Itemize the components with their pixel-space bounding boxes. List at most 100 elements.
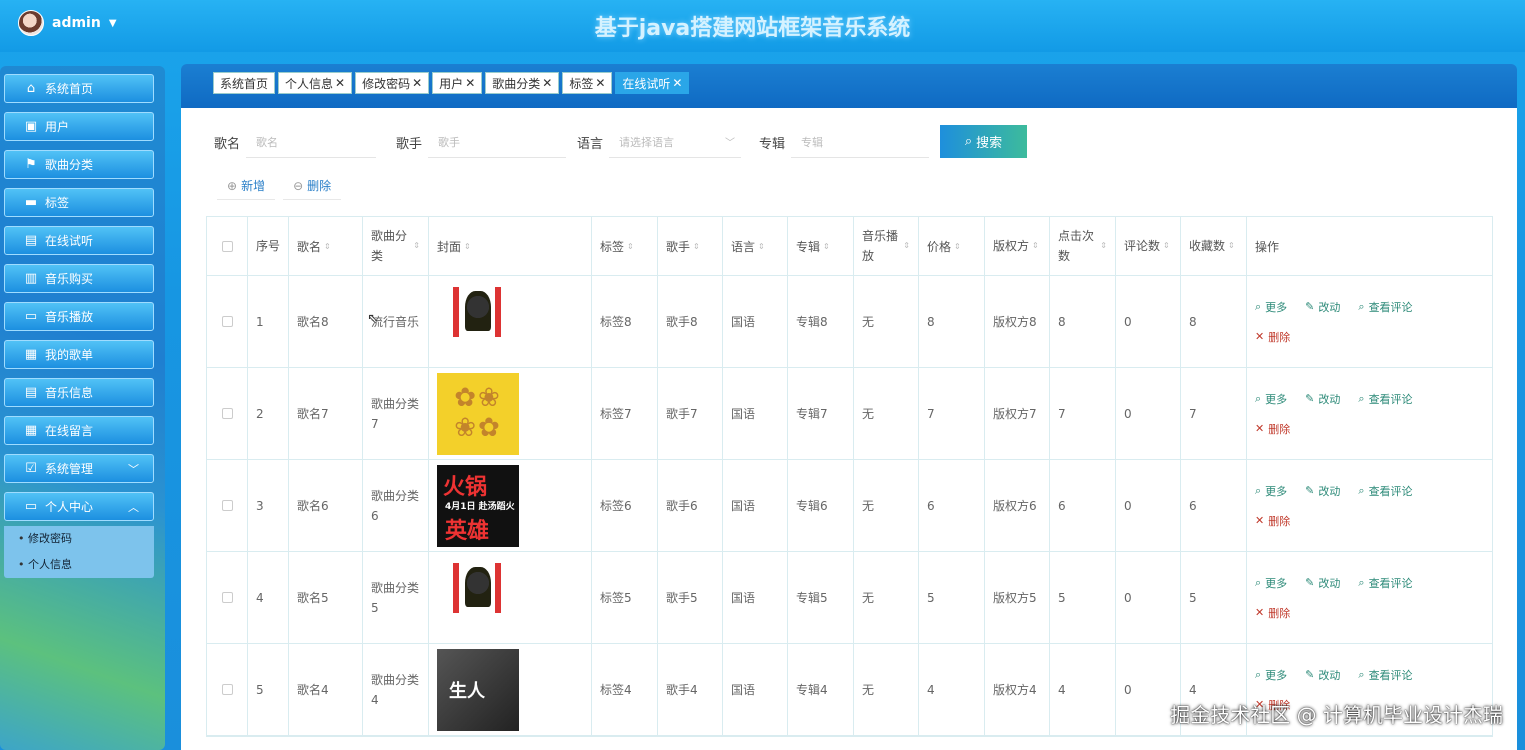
table-row[interactable]: 3 歌名6 歌曲分类6 火锅 4月1日 赴汤蹈火 英雄 标签6 歌手6 国语 专辑6 无 6 版权方6 6…: [207, 460, 1492, 552]
header-cell[interactable]: 价格 ⇕: [919, 217, 985, 275]
header-label: 歌名: [297, 239, 322, 254]
song-name-input[interactable]: 歌名: [246, 126, 377, 158]
album-cover-image[interactable]: [437, 280, 519, 363]
header-cell[interactable]: 歌曲分类 ⇕: [363, 217, 429, 275]
tab-personal-info[interactable]: 个人信息 ✕: [278, 72, 353, 94]
header-cell[interactable]: 歌手 ⇕: [658, 217, 723, 275]
album-cover-image[interactable]: [437, 556, 519, 639]
view-comments-button[interactable]: ⌕ 查看评论: [1358, 391, 1412, 407]
search-button[interactable]: ⌕ 搜索: [940, 125, 1027, 158]
header-cell[interactable]: 版权方 ⇕: [985, 217, 1050, 275]
view-comments-button[interactable]: ⌕ 查看评论: [1358, 299, 1412, 315]
header-cell[interactable]: 标签 ⇕: [592, 217, 658, 275]
album-cover-image[interactable]: 火锅 4月1日 赴汤蹈火 英雄: [437, 464, 519, 547]
more-button[interactable]: ⌕ 更多: [1255, 575, 1287, 591]
close-icon[interactable]: ✕: [672, 76, 682, 90]
submenu-item-change-password[interactable]: 修改密码: [4, 526, 154, 552]
table-row[interactable]: 4 歌名5 歌曲分类5 标签5 歌手5 国语 专辑5 无 5 版权方5 5 0 5 ⌕ 更多 ✎ 改动 ⌕ 查…: [207, 552, 1492, 644]
more-button[interactable]: ⌕ 更多: [1255, 667, 1287, 683]
album-input[interactable]: 专辑: [791, 126, 930, 158]
header-cell[interactable]: 歌名 ⇕: [289, 217, 363, 275]
row-checkbox[interactable]: [221, 408, 233, 419]
tab-users[interactable]: 用户 ✕: [432, 72, 483, 94]
view-comments-button[interactable]: ⌕ 查看评论: [1358, 667, 1412, 683]
tab-change-password[interactable]: 修改密码 ✕: [355, 72, 430, 94]
close-icon[interactable]: ✕: [412, 76, 422, 90]
tab-tags[interactable]: 标签 ✕: [562, 72, 613, 94]
add-button[interactable]: ⊕ 新增: [217, 172, 276, 200]
header-cell[interactable]: 收藏数 ⇕: [1181, 217, 1247, 275]
close-icon[interactable]: ✕: [465, 76, 475, 90]
header-cell[interactable]: 音乐播放 ⇕: [854, 217, 919, 275]
sidebar-item-users[interactable]: ▣ 用户: [4, 112, 154, 141]
edit-button[interactable]: ✎ 改动: [1305, 299, 1340, 315]
cell-song-name: 歌名4: [289, 644, 363, 735]
singer-input[interactable]: 歌手: [428, 126, 567, 158]
row-checkbox[interactable]: [221, 684, 233, 695]
sort-icon[interactable]: ⇕: [954, 242, 961, 251]
more-button[interactable]: ⌕ 更多: [1255, 391, 1287, 407]
edit-button[interactable]: ✎ 改动: [1305, 667, 1340, 683]
delete-row-button[interactable]: ✕ 删除: [1255, 421, 1290, 437]
delete-button[interactable]: ⊖ 删除: [283, 172, 342, 200]
album-cover-image[interactable]: ✿❀ ❀✿: [437, 372, 519, 455]
close-icon[interactable]: ✕: [335, 76, 345, 90]
edit-button[interactable]: ✎ 改动: [1305, 483, 1340, 499]
header-cell[interactable]: 语言 ⇕: [723, 217, 788, 275]
sidebar-item-music-purchase[interactable]: ▥ 音乐购买: [4, 264, 154, 293]
view-comments-button[interactable]: ⌕ 查看评论: [1358, 575, 1412, 591]
row-checkbox[interactable]: [221, 500, 233, 511]
sort-icon[interactable]: ⇕: [823, 242, 830, 251]
more-button[interactable]: ⌕ 更多: [1255, 299, 1287, 315]
sidebar-item-music-info[interactable]: ▤ 音乐信息: [4, 378, 154, 407]
sort-icon[interactable]: ⇕: [627, 242, 634, 251]
sidebar-item-listen-online[interactable]: ▤ 在线试听: [4, 226, 154, 255]
sidebar-item-personal-center[interactable]: ▭ 个人中心 ︿: [4, 492, 154, 521]
sidebar-item-my-playlist[interactable]: ▦ 我的歌单: [4, 340, 154, 369]
sort-icon[interactable]: ⇕: [693, 242, 700, 251]
sidebar-item-music-play[interactable]: ▭ 音乐播放: [4, 302, 154, 331]
sort-icon[interactable]: ⇕: [758, 242, 765, 251]
album-field-group: 专辑 专辑: [759, 126, 930, 158]
close-icon[interactable]: ✕: [542, 76, 552, 90]
delete-row-button[interactable]: ✕ 删除: [1255, 513, 1290, 529]
sort-icon[interactable]: ⇕: [1100, 236, 1107, 256]
header-cell[interactable]: 封面 ⇕: [429, 217, 592, 275]
grid-icon: ▦: [24, 423, 38, 438]
tab-home[interactable]: 系统首页: [213, 72, 276, 94]
sort-icon[interactable]: ⇕: [903, 236, 910, 256]
sidebar-item-message[interactable]: ▦ 在线留言: [4, 416, 154, 445]
album-cover-image[interactable]: 生人: [437, 648, 519, 731]
table-row[interactable]: 1 歌名8 流行音乐 标签8 歌手8 国语 专辑8 无 8 版权方8 8 0 8 ⌕ 更多 ✎ 改动 ⌕ 查看…: [207, 276, 1492, 368]
sort-icon[interactable]: ⇕: [413, 236, 420, 256]
delete-row-button[interactable]: ✕ 删除: [1255, 329, 1290, 345]
sort-icon[interactable]: ⇕: [1032, 236, 1039, 256]
sidebar-item-label: 在线试听: [45, 234, 94, 248]
header-cell[interactable]: 点击次数 ⇕: [1050, 217, 1116, 275]
edit-button[interactable]: ✎ 改动: [1305, 391, 1340, 407]
tab-song-category[interactable]: 歌曲分类 ✕: [485, 72, 560, 94]
header-cell[interactable]: 专辑 ⇕: [788, 217, 854, 275]
header-cell[interactable]: 评论数 ⇕: [1116, 217, 1181, 275]
sidebar-item-home[interactable]: ⌂ 系统首页: [4, 74, 154, 103]
delete-row-button[interactable]: ✕ 删除: [1255, 605, 1290, 621]
row-checkbox[interactable]: [221, 592, 233, 603]
language-select[interactable]: 请选择语言 ﹀: [609, 126, 742, 158]
table-row[interactable]: 2 歌名7 歌曲分类7 ✿❀ ❀✿ 标签7 歌手7 国语 专辑7 无 7 版权方7 7 0 7 ⌕ 更多 ✎ 改…: [207, 368, 1492, 460]
close-icon[interactable]: ✕: [595, 76, 605, 90]
select-all-checkbox[interactable]: [221, 240, 233, 252]
submenu-item-personal-info[interactable]: 个人信息: [4, 552, 154, 578]
sort-icon[interactable]: ⇕: [324, 242, 331, 251]
tab-listen-online[interactable]: 在线试听 ✕: [615, 72, 690, 94]
edit-button[interactable]: ✎ 改动: [1305, 575, 1340, 591]
sidebar-item-system-management[interactable]: ☑ 系统管理 ﹀: [4, 454, 154, 483]
view-comments-button[interactable]: ⌕ 查看评论: [1358, 483, 1412, 499]
sidebar-item-song-category[interactable]: ⚑ 歌曲分类: [4, 150, 154, 179]
more-button[interactable]: ⌕ 更多: [1255, 483, 1287, 499]
row-checkbox[interactable]: [221, 316, 233, 327]
sort-icon[interactable]: ⇕: [464, 242, 471, 251]
view-comments-label: 查看评论: [1368, 576, 1413, 590]
sort-icon[interactable]: ⇕: [1228, 236, 1235, 256]
sidebar-item-tags[interactable]: ▬ 标签: [4, 188, 154, 217]
sort-icon[interactable]: ⇕: [1163, 236, 1170, 256]
